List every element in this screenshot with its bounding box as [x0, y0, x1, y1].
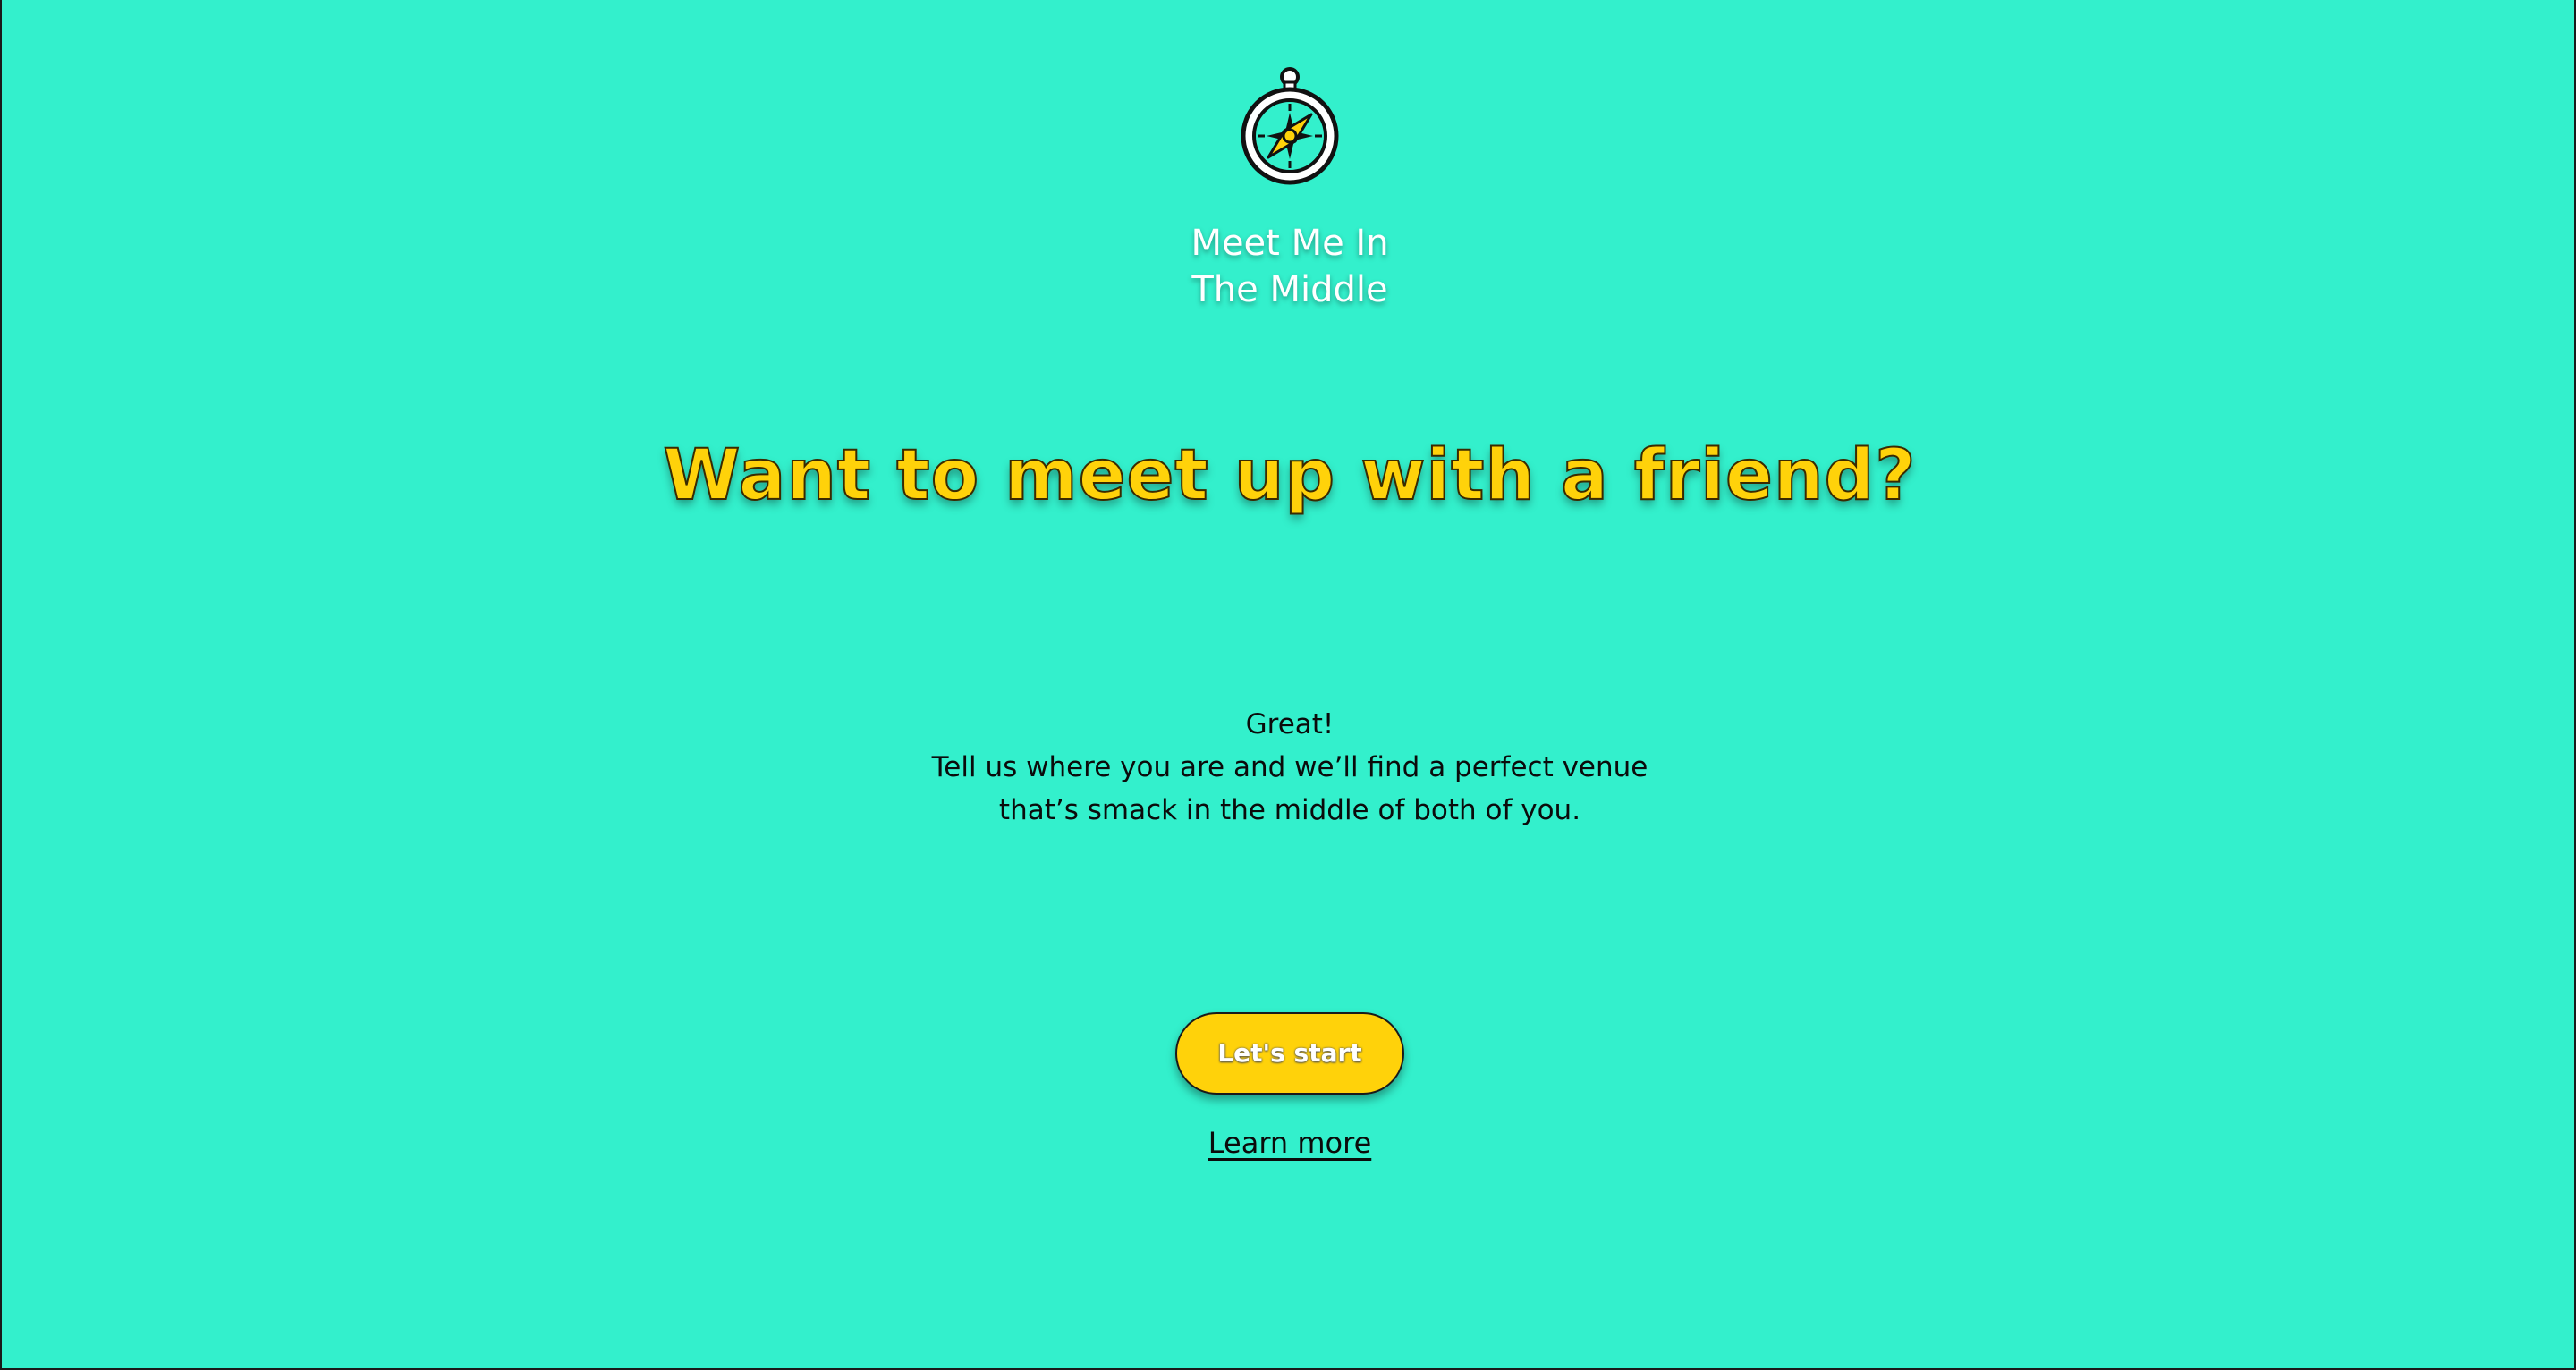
learn-more-link[interactable]: Learn more [1111, 1123, 1469, 1163]
brand-name: Meet Me In The Middle [1111, 220, 1469, 313]
start-button[interactable]: Let's start [1175, 1012, 1404, 1095]
landing-page: Meet Me In The Middle Want to meet up wi… [0, 0, 2576, 1370]
intro-line-2: Tell us where you are and we’ll find a p… [931, 751, 1648, 783]
intro-line-3: that’s smack in the middle of both of yo… [998, 794, 1581, 826]
intro-line-1: Great! [1245, 708, 1335, 740]
hero-headline: Want to meet up with a friend? [662, 435, 1917, 517]
compass-icon [1236, 64, 1343, 190]
hero-intro: Great! Tell us where you are and we’ll f… [753, 703, 1826, 832]
brand-name-line-2: The Middle [1191, 269, 1388, 310]
brand-name-line-1: Meet Me In [1191, 223, 1389, 264]
